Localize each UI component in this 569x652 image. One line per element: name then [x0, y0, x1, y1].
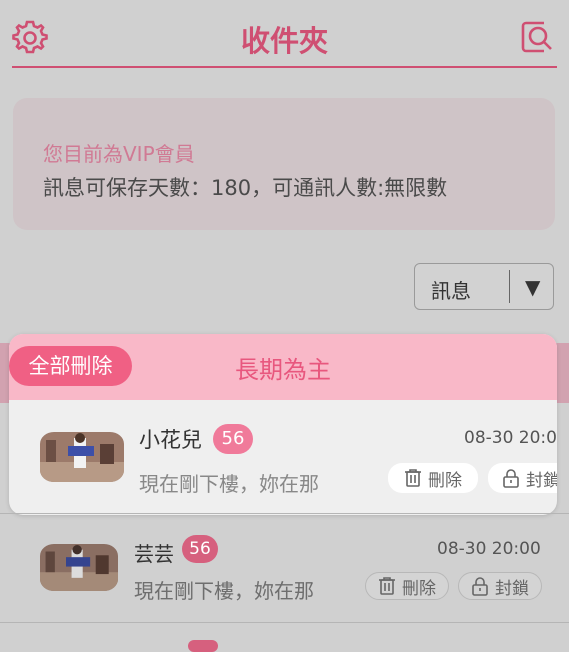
avatar[interactable] — [40, 544, 118, 591]
header-divider — [12, 66, 557, 68]
select-value: 訊息 — [431, 279, 471, 303]
message-type-select[interactable]: 訊息 ▼ — [414, 263, 554, 310]
search-icon[interactable] — [518, 18, 558, 58]
vip-status-card: 您目前為VIP會員 訊息可保存天數：180，可通訊人數:無限數 — [13, 98, 555, 230]
block-button[interactable]: 封鎖 — [458, 572, 542, 600]
header: 收件夾 — [0, 0, 569, 68]
message-preview: 現在剛下樓，妳在那 — [139, 472, 319, 496]
message-preview: 現在剛下樓，妳在那 — [134, 579, 314, 603]
unread-count-badge: 56 — [213, 424, 253, 454]
delete-button[interactable]: 刪除 — [365, 572, 449, 600]
trash-icon — [379, 577, 395, 595]
block-label: 封鎖 — [495, 578, 529, 599]
avatar[interactable] — [40, 432, 124, 482]
chevron-down-icon: ▼ — [525, 275, 541, 299]
page-title: 收件夾 — [240, 24, 328, 58]
lock-icon — [472, 577, 488, 596]
unread-count-badge — [188, 640, 218, 652]
message-time: 08-30 20:00 — [464, 428, 557, 448]
message-row[interactable]: 小花兒 56 08-30 20:00 現在剛下樓，妳在那 刪除 — [9, 400, 557, 515]
message-row[interactable]: 芸芸 56 08-30 20:00 現在剛下樓，妳在那 刪除 封鎖 — [0, 514, 569, 622]
unread-count-badge: 56 — [182, 535, 218, 563]
group-title: 長期為主 — [235, 356, 331, 384]
vip-status-detail: 訊息可保存天數：180，可通訊人數:無限數 — [43, 176, 448, 200]
delete-button[interactable]: 刪除 — [388, 463, 478, 493]
delete-label: 刪除 — [402, 578, 436, 599]
select-divider — [509, 270, 510, 303]
trash-icon — [405, 469, 421, 487]
block-label: 封鎖 — [526, 470, 557, 491]
contact-name: 芸芸 — [134, 542, 174, 566]
message-time: 08-30 20:00 — [437, 539, 541, 559]
group-card: 全部刪除 長期為主 小花兒 56 08-30 20:00 現在剛下樓，妳在那 — [9, 334, 557, 515]
vip-status-title: 您目前為VIP會員 — [43, 142, 195, 166]
contact-name: 小花兒 — [139, 428, 202, 452]
row-divider — [0, 622, 569, 623]
group-header: 全部刪除 長期為主 — [9, 334, 557, 400]
block-button[interactable]: 封鎖 — [488, 463, 557, 493]
lock-icon — [503, 469, 519, 488]
delete-label: 刪除 — [428, 470, 462, 491]
